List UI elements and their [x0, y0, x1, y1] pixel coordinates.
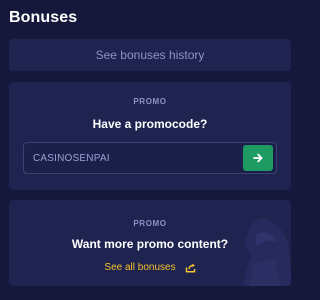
external-share-icon [185, 263, 195, 273]
see-all-bonuses-link[interactable]: See all bonuses [9, 262, 291, 273]
promo-eyebrow: PROMO [133, 97, 167, 106]
bonuses-history-card[interactable]: See bonuses history [9, 39, 291, 71]
see-all-bonuses-label: See all bonuses [104, 262, 176, 273]
more-promo-card: PROMO Want more promo content? See all b… [9, 200, 291, 286]
promocode-input[interactable] [24, 143, 236, 173]
bonuses-panel: Bonuses See bonuses history PROMO Have a… [0, 0, 300, 300]
arrow-right-icon [253, 153, 263, 163]
promocode-card: PROMO Have a promocode? [9, 82, 291, 190]
promo-eyebrow: PROMO [133, 219, 167, 228]
apply-promocode-button[interactable] [243, 145, 273, 171]
see-bonuses-history-link[interactable]: See bonuses history [96, 48, 205, 62]
promocode-field [23, 142, 277, 174]
page-title: Bonuses [9, 9, 78, 26]
more-promo-heading: Want more promo content? [71, 237, 229, 251]
promocode-heading: Have a promocode? [92, 117, 208, 131]
